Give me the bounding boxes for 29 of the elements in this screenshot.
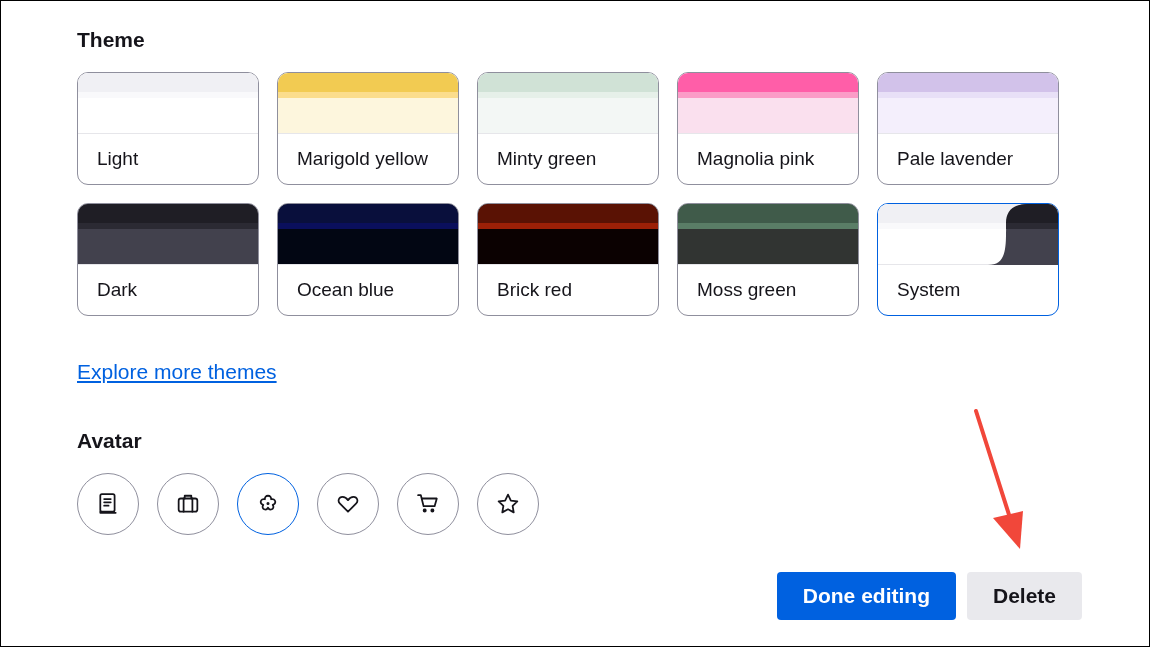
theme-card[interactable]: Marigold yellow (277, 72, 459, 186)
theme-name: Dark (96, 278, 139, 303)
theme-card[interactable]: Moss green (677, 203, 859, 317)
theme-card[interactable]: Ocean blue (277, 203, 459, 317)
theme-name: Pale lavender (896, 147, 1015, 172)
theme-card[interactable]: Dark (77, 203, 259, 317)
briefcase-icon (177, 492, 199, 515)
star-icon (497, 492, 519, 515)
theme-card[interactable]: Pale lavender (877, 72, 1059, 186)
theme-card[interactable]: Light (77, 72, 259, 186)
theme-name: Light (96, 147, 140, 172)
theme-name: Magnolia pink (696, 147, 816, 172)
theme-card[interactable]: Minty green (477, 72, 659, 186)
theme-name: Ocean blue (296, 278, 396, 303)
section-heading: Theme (77, 27, 146, 53)
theme-card[interactable]: Magnolia pink (677, 72, 859, 186)
theme-name: Marigold yellow (296, 147, 429, 172)
done-editing-button[interactable]: Done editing (776, 572, 956, 620)
delete-button[interactable]: Delete (966, 572, 1082, 620)
theme-name: Minty green (496, 147, 598, 172)
book-icon (97, 492, 119, 515)
theme-card[interactable]: System (877, 203, 1059, 317)
theme-name: Moss green (696, 278, 798, 303)
theme-card[interactable]: Brick red (477, 203, 659, 317)
theme-name: Brick red (496, 278, 573, 303)
cart-icon (417, 492, 439, 515)
theme-name: System (896, 278, 962, 303)
section-heading: Avatar (77, 427, 143, 453)
explore-themes-link[interactable]: Explore more themes (77, 356, 277, 388)
